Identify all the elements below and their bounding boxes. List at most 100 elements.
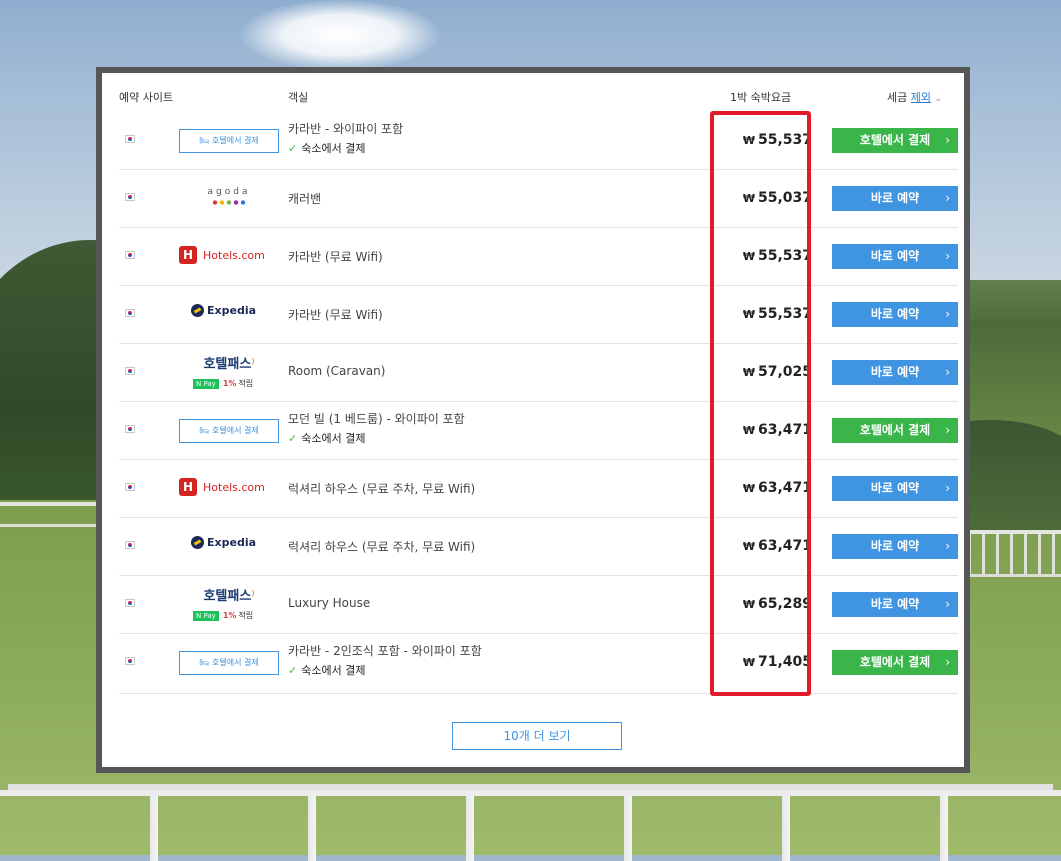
- hotels-h-icon: H: [179, 246, 197, 264]
- booking-site[interactable]: H Hotels.com: [169, 459, 289, 517]
- room-title: 모던 빌 (1 베드룸) - 와이파이 포함: [288, 412, 465, 426]
- tax-label: 세금: [886, 91, 908, 104]
- booking-site[interactable]: H Hotels.com: [169, 227, 289, 285]
- hotelpass-logo[interactable]: 호텔패스⁾: [169, 585, 289, 604]
- table-row[interactable]: agoda 캐러밴 ₩55,037 바로 예약 ›: [119, 169, 958, 228]
- header-tax: 세금 제외 ⌄: [887, 89, 942, 105]
- book-now-button[interactable]: 바로 예약 ›: [832, 360, 958, 385]
- booking-site[interactable]: 호텔패스⁾ N Pay 1% 적립: [169, 343, 289, 401]
- chevron-right-icon: ›: [945, 655, 950, 669]
- booking-site[interactable]: 호텔패스⁾ N Pay 1% 적립: [169, 575, 289, 633]
- hotelpass-logo[interactable]: 호텔패스⁾: [169, 353, 289, 372]
- expedia-plane-icon: [191, 304, 204, 317]
- expedia-plane-icon: [191, 536, 204, 549]
- flag-icon: [125, 541, 135, 549]
- room-name: Luxury House: [288, 575, 688, 633]
- table-row[interactable]: Expedia 럭셔리 하우스 (무료 주차, 무료 Wifi) ₩63,471 바로…: [119, 517, 958, 576]
- signal-arc-icon: ⁾: [251, 589, 255, 604]
- site-label: Hotels.com: [203, 480, 265, 494]
- bed-icon: 🛏: [199, 136, 212, 145]
- hotel-pay-logo[interactable]: 🛏 호텔에서 결제: [179, 129, 279, 153]
- background-cloud: [240, 0, 440, 70]
- book-now-button[interactable]: 바로 예약 ›: [832, 244, 958, 269]
- book-now-button[interactable]: 바로 예약 ›: [832, 476, 958, 501]
- table-row[interactable]: 🛏 호텔에서 결제 모던 빌 (1 베드룸) - 와이파이 포함 ✓ 숙소에서 결제 ₩…: [119, 401, 958, 460]
- booking-site[interactable]: 🛏 호텔에서 결제: [169, 111, 289, 169]
- table-row[interactable]: 🛏 호텔에서 결제 카라반 - 2인조식 포함 - 와이파이 포함 ✓ 숙소에서 결제…: [119, 633, 958, 694]
- npay-text: 적립: [238, 379, 254, 388]
- room-title: 럭셔리 하우스 (무료 주차, 무료 Wifi): [288, 540, 476, 554]
- npay-text: 적립: [238, 611, 254, 620]
- pay-at-hotel-button[interactable]: 호텔에서 결제 ›: [832, 128, 958, 153]
- expedia-logo[interactable]: Expedia: [191, 536, 256, 549]
- pay-at-hotel-button[interactable]: 호텔에서 결제 ›: [832, 418, 958, 443]
- pay-at-property: ✓ 숙소에서 결제: [288, 662, 365, 678]
- signal-arc-icon: ⁾: [251, 357, 255, 372]
- table-row[interactable]: 호텔패스⁾ N Pay 1% 적립 Luxury House ₩65,289 바로 예약 ›: [119, 575, 958, 634]
- flag-icon: [125, 309, 135, 317]
- site-label: Expedia: [207, 304, 257, 317]
- flag-icon: [125, 657, 135, 665]
- booking-site[interactable]: agoda: [169, 169, 289, 227]
- header-price: 1박 숙박요금: [730, 91, 792, 104]
- agoda-dots-icon: [212, 200, 246, 205]
- booking-site[interactable]: Expedia: [169, 285, 289, 343]
- book-now-button[interactable]: 바로 예약 ›: [832, 186, 958, 211]
- chevron-right-icon: ›: [945, 423, 950, 437]
- site-label: 호텔에서 결제: [212, 426, 259, 435]
- booking-site[interactable]: 🛏 호텔에서 결제: [169, 633, 289, 691]
- booking-site[interactable]: Expedia: [169, 517, 289, 575]
- hotel-pay-logo[interactable]: 🛏 호텔에서 결제: [179, 651, 279, 675]
- room-title: 카라반 - 2인조식 포함 - 와이파이 포함: [288, 644, 482, 658]
- flag-icon: [125, 425, 135, 433]
- hotel-pay-logo[interactable]: 🛏 호텔에서 결제: [179, 419, 279, 443]
- expedia-logo[interactable]: Expedia: [191, 304, 256, 317]
- room-name: 카라반 (무료 Wifi): [288, 227, 688, 285]
- tax-exclude-link[interactable]: 제외: [911, 91, 931, 104]
- pay-at-property: ✓ 숙소에서 결제: [288, 140, 365, 156]
- header-site: 예약 사이트: [119, 91, 174, 104]
- bed-icon: 🛏: [199, 658, 212, 667]
- table-row[interactable]: H Hotels.com 카라반 (무료 Wifi) ₩55,537 바로 예약 ›: [119, 227, 958, 286]
- chevron-right-icon: ›: [945, 365, 950, 379]
- book-now-button[interactable]: 바로 예약 ›: [832, 534, 958, 559]
- hotels-logo[interactable]: H Hotels.com: [179, 478, 265, 496]
- show-more-button[interactable]: 10개 더 보기: [452, 722, 622, 750]
- check-icon: ✓: [288, 142, 298, 155]
- room-title: 카라반 (무료 Wifi): [288, 308, 383, 322]
- site-label: 호텔에서 결제: [212, 658, 259, 667]
- book-now-button[interactable]: 바로 예약 ›: [832, 592, 958, 617]
- room-name: 카라반 - 2인조식 포함 - 와이파이 포함 ✓ 숙소에서 결제: [288, 633, 688, 691]
- booking-site[interactable]: 🛏 호텔에서 결제: [169, 401, 289, 459]
- npay-reward: N Pay 1% 적립: [193, 610, 253, 621]
- table-row[interactable]: H Hotels.com 럭셔리 하우스 (무료 주차, 무료 Wifi) ₩63,4…: [119, 459, 958, 518]
- pay-at-hotel-button[interactable]: 호텔에서 결제 ›: [832, 650, 958, 675]
- room-title: Room (Caravan): [288, 364, 386, 378]
- table-row[interactable]: Expedia 카라반 (무료 Wifi) ₩55,537 바로 예약 ›: [119, 285, 958, 344]
- hotels-logo[interactable]: H Hotels.com: [179, 246, 265, 264]
- price-highlight-box: [710, 111, 811, 696]
- header-room: 객실: [288, 91, 309, 104]
- npay-badge: N Pay: [193, 378, 219, 389]
- chevron-right-icon: ›: [945, 539, 950, 553]
- chevron-down-icon[interactable]: ⌄: [934, 94, 942, 104]
- flag-icon: [125, 483, 135, 491]
- room-name: 캐러밴: [288, 169, 688, 227]
- npay-rate: 1%: [222, 379, 237, 388]
- price-table: 예약 사이트 객실 1박 숙박요금 세금 제외 ⌄ 🛏 호텔에서 결제카라반 -…: [102, 73, 964, 767]
- price-comparison-panel: 예약 사이트 객실 1박 숙박요금 세금 제외 ⌄ 🛏 호텔에서 결제카라반 -…: [96, 67, 970, 773]
- flag-icon: [125, 599, 135, 607]
- background-fence-left: [0, 502, 96, 527]
- table-row[interactable]: 호텔패스⁾ N Pay 1% 적립 Room (Caravan) ₩57,025 바로 예약…: [119, 343, 958, 402]
- flag-icon: [125, 135, 135, 143]
- background-fence-right: [968, 530, 1061, 577]
- chevron-right-icon: ›: [945, 249, 950, 263]
- room-title: 카라반 - 와이파이 포함: [288, 122, 404, 136]
- pay-at-property-label: 숙소에서 결제: [301, 142, 366, 155]
- book-now-button[interactable]: 바로 예약 ›: [832, 302, 958, 327]
- chevron-right-icon: ›: [945, 133, 950, 147]
- agoda-logo[interactable]: agoda: [169, 187, 289, 197]
- pay-at-property-label: 숙소에서 결제: [301, 432, 366, 445]
- table-row[interactable]: 🛏 호텔에서 결제 카라반 - 와이파이 포함 ✓ 숙소에서 결제 ₩55,537 호텔에…: [119, 111, 958, 170]
- room-title: Luxury House: [288, 596, 371, 610]
